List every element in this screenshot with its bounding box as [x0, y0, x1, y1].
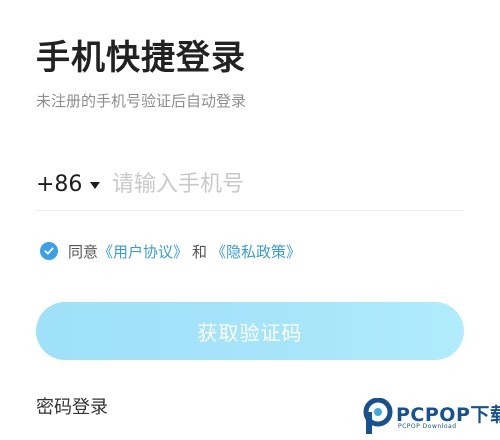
- privacy-policy-link[interactable]: 《隐私政策》: [211, 241, 301, 262]
- watermark-subtitle: PCPOP Download: [398, 423, 457, 430]
- page-title: 手机快捷登录: [36, 38, 246, 78]
- check-circle-icon[interactable]: [40, 242, 58, 260]
- get-verification-code-button[interactable]: 获取验证码: [36, 302, 464, 360]
- agreement-row: 同意 《用户协议》 和 《隐私政策》: [40, 240, 301, 262]
- login-page: 手机快捷登录 未注册的手机号验证后自动登录 +86 同意 《用户协议》 和 《隐…: [0, 0, 500, 440]
- country-code-selector[interactable]: +86: [36, 166, 101, 202]
- phone-input-row: +86: [36, 158, 464, 211]
- page-subtitle: 未注册的手机号验证后自动登录: [36, 92, 247, 110]
- user-agreement-link[interactable]: 《用户协议》: [98, 241, 188, 262]
- password-login-link[interactable]: 密码登录: [36, 393, 108, 419]
- phone-number-input[interactable]: [112, 166, 452, 202]
- agreement-conjunction: 和: [192, 242, 208, 261]
- agreement-prefix: 同意: [68, 242, 99, 261]
- watermark: PCPOP下载 PCPOP Download: [362, 398, 500, 436]
- pcpop-logo-icon: [363, 398, 393, 434]
- caret-down-icon: [90, 181, 101, 189]
- country-code-label: +86: [36, 171, 83, 197]
